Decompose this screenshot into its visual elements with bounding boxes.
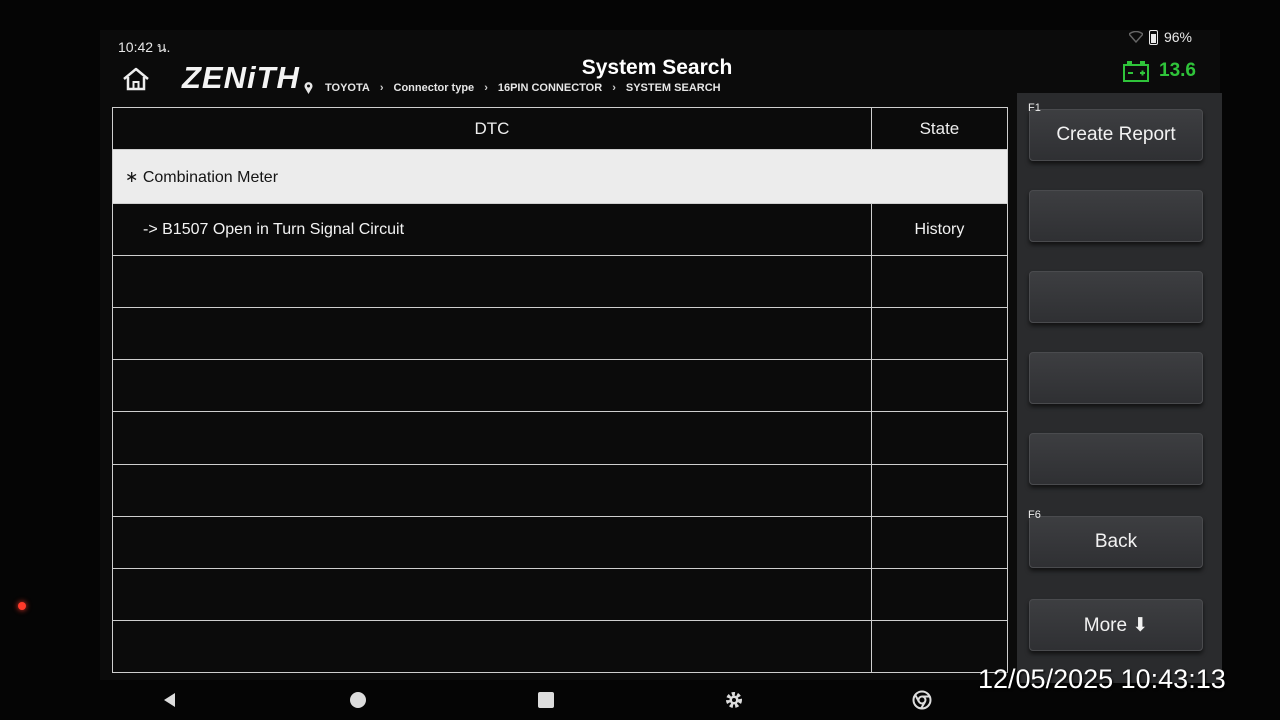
camera-timestamp: 12/05/2025 10:43:13 [978,664,1226,694]
fkey-number: F1 [1028,102,1041,114]
empty-cell [870,411,1009,465]
fkey-number: F6 [1028,509,1041,521]
empty-cell [112,463,872,517]
empty-cell [112,515,872,569]
empty-row [112,463,1009,517]
function-key-panel: F1 Create Report F6 Back More ⬇ [1017,93,1222,683]
settings-nav-icon[interactable] [724,690,744,710]
breadcrumb-item-toyota[interactable]: TOYOTA [325,82,370,94]
chevron-right-icon: › [379,82,384,94]
empty-row [112,567,1009,621]
empty-row [112,255,1009,309]
chevron-right-icon: › [612,82,616,94]
battery-icon [1123,61,1150,82]
empty-cell [870,255,1009,309]
dtc-code-cell: -> B1507 Open in Turn Signal Circuit [112,203,872,257]
empty-cell [112,567,872,621]
status-icons: 96% [1128,29,1192,45]
status-time: 10:42 น. [118,39,171,55]
column-header-dtc: DTC [112,107,872,150]
empty-row [112,411,1009,465]
empty-cell [870,307,1009,361]
fkey-label: Create Report [1056,124,1176,145]
breadcrumb-item-system-search: SYSTEM SEARCH [625,82,721,94]
battery-status-icon [1148,29,1158,45]
recents-nav-icon[interactable] [536,690,556,710]
breadcrumb: TOYOTA › Connector type › 16PIN CONNECTO… [304,82,727,94]
system-group-row[interactable]: ∗ Combination Meter [112,148,1008,205]
table-header: DTC State [112,107,1009,150]
empty-row [112,515,1009,569]
fkey-button-3[interactable] [1029,271,1203,323]
empty-cell [112,619,872,674]
voltage-indicator: 13.6 [1123,60,1196,82]
pin-icon [304,82,313,94]
fkey-button-4[interactable] [1029,352,1203,404]
recording-led [18,602,26,610]
table-row[interactable]: -> B1507 Open in Turn Signal Circuit His… [112,203,1009,257]
breadcrumb-item-connector-type[interactable]: Connector type [394,82,475,94]
empty-row [112,619,1009,674]
column-header-state: State [870,107,1009,150]
empty-cell [112,359,872,413]
empty-row [112,307,1009,361]
home-icon[interactable] [121,66,151,92]
dtc-state-cell: History [870,203,1009,257]
create-report-button[interactable]: F1 Create Report [1028,102,1203,161]
back-nav-icon[interactable] [160,690,180,710]
empty-row [112,359,1009,413]
fkey-label: Back [1094,531,1138,552]
empty-cell [870,515,1009,569]
voltage-value: 13.6 [1159,60,1196,81]
empty-cell [112,255,872,309]
zenith-logo: ZENiTH [182,60,300,95]
page-title: System Search [581,56,733,79]
dtc-table: DTC State ∗ Combination Meter -> B1507 O… [112,107,1009,674]
fkey-button-2[interactable] [1029,190,1203,242]
browser-nav-icon[interactable] [912,690,932,710]
breadcrumb-item-16pin[interactable]: 16PIN CONNECTOR [498,82,602,94]
home-nav-icon[interactable] [348,690,368,710]
chevron-right-icon: › [484,82,488,94]
empty-cell [870,463,1009,517]
fkey-button-5[interactable] [1029,433,1203,485]
back-button[interactable]: F6 Back [1028,509,1203,568]
empty-cell [870,567,1009,621]
wifi-icon [1128,31,1143,43]
more-button[interactable]: More ⬇ [1029,599,1203,651]
battery-percent: 96% [1163,29,1192,45]
empty-cell [112,307,872,361]
system-group-label: ∗ Combination Meter [112,148,1008,205]
empty-cell [112,411,872,465]
empty-cell [870,359,1009,413]
fkey-label: More ⬇ [1083,614,1149,636]
